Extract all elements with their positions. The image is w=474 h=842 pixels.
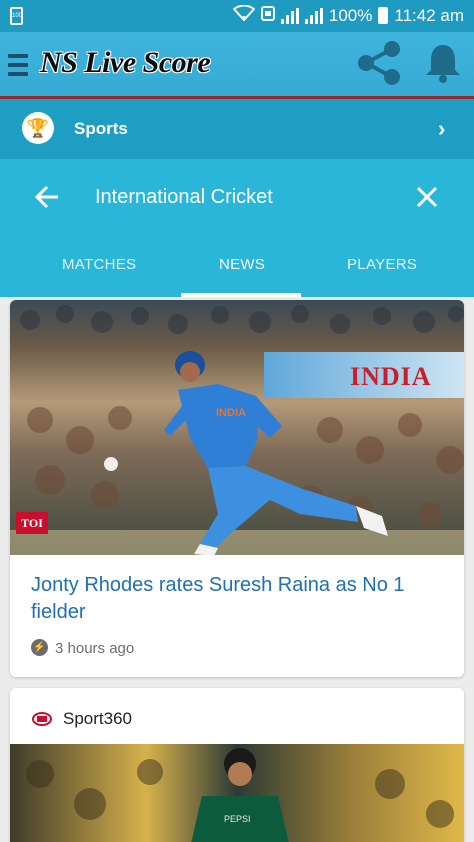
chevron-right-icon[interactable]: › [438, 116, 445, 142]
status-bar: 100 100% 11:42 am [0, 0, 474, 32]
news-source: Sport360 [63, 709, 132, 728]
sports-label: Sports [74, 119, 128, 138]
battery-icon [378, 7, 389, 24]
svg-text:INDIA: INDIA [216, 407, 246, 419]
news-headline[interactable]: Jonty Rhodes rates Suresh Raina as No 1 … [31, 572, 446, 626]
signal-icon-2 [304, 7, 323, 24]
news-time: 3 hours ago [55, 640, 135, 657]
news-card[interactable]: INDIA INDIA TOI Jonty Rhodes rates Sures… [10, 300, 464, 677]
player-figure: INDIA [164, 351, 388, 556]
tab-players[interactable]: PLAYERS [347, 256, 417, 273]
category-title: International Cricket [95, 186, 273, 208]
menu-icon[interactable] [8, 54, 28, 76]
cricket-ball [104, 457, 118, 471]
back-arrow-icon[interactable] [34, 182, 60, 212]
share-icon[interactable] [356, 40, 404, 86]
news-image[interactable]: PEPSI [10, 744, 464, 842]
wifi-icon [232, 4, 256, 26]
close-icon[interactable] [414, 182, 440, 216]
svg-text:PEPSI: PEPSI [224, 814, 251, 824]
news-image[interactable]: INDIA INDIA TOI [10, 300, 464, 556]
signal-icon [280, 7, 299, 24]
app-title: NS Live Score [40, 46, 211, 79]
flash-icon: ⚡ [31, 639, 48, 656]
tab-news[interactable]: NEWS [219, 256, 265, 273]
news-card[interactable]: Sport360 PEPSI [10, 688, 464, 842]
data-icon [260, 5, 275, 26]
sports-category-row[interactable] [0, 99, 474, 159]
status-icons: 100% 11:42 am [232, 4, 464, 26]
clock: 11:42 am [394, 5, 464, 25]
source-badge: TOI [16, 512, 48, 534]
trophy-icon: 🏆 [22, 112, 54, 144]
battery-percent: 100% [328, 5, 373, 25]
sim-icon: 100 [10, 7, 23, 25]
bell-icon[interactable] [424, 42, 462, 84]
sport360-logo-icon [32, 712, 52, 726]
tab-indicator [181, 293, 301, 297]
category-header [0, 159, 474, 297]
tab-matches[interactable]: MATCHES [62, 256, 136, 273]
